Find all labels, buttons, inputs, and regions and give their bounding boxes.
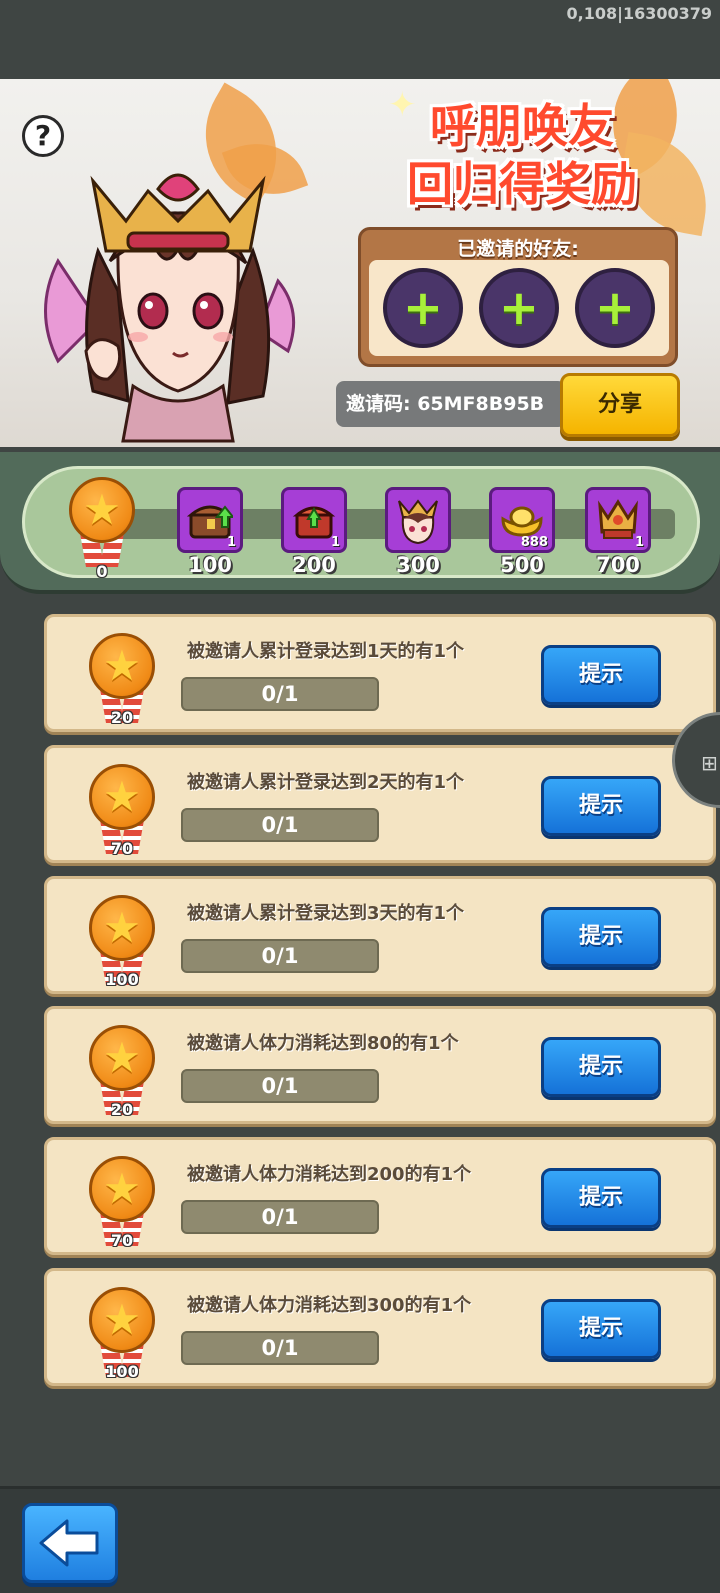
back-arrow-icon: [39, 1519, 99, 1567]
invite-slot-1[interactable]: +: [383, 268, 463, 348]
hint-button[interactable]: 提示: [541, 776, 661, 836]
reward-medal-icon: ★ 100: [87, 895, 157, 989]
milestone-points-label: 200: [292, 553, 336, 577]
task-row: ★ 100 被邀请人累计登录达到3天的有1个 0/1 提示: [44, 876, 716, 994]
reward-medal-icon: ★ 20: [87, 1025, 157, 1119]
milestone-points-label: 300: [396, 553, 440, 577]
hint-button[interactable]: 提示: [541, 1299, 661, 1359]
milestone-reward-300[interactable]: [385, 487, 451, 553]
milestone-reward-200[interactable]: 1: [281, 487, 347, 553]
reward-medal-icon: ★ 20: [87, 633, 157, 727]
task-reward-points: 20: [110, 708, 134, 727]
plus-icon: +: [402, 280, 444, 336]
task-description: 被邀请人体力消耗达到300的有1个: [187, 1295, 472, 1316]
banner-title-line1: 呼朋唤友: [430, 99, 614, 153]
star-icon: ★: [83, 485, 121, 534]
task-row: ★ 20 被邀请人累计登录达到1天的有1个 0/1 提示: [44, 614, 716, 732]
task-row: ★ 70 被邀请人累计登录达到2天的有1个 0/1 提示: [44, 745, 716, 863]
reward-progress-track: ★ 0 1 1 888 1 100 200 300 500 700: [22, 466, 700, 581]
task-progress: 0/1: [181, 939, 379, 973]
task-progress: 0/1: [181, 1069, 379, 1103]
milestone-points-label: 500: [500, 553, 544, 577]
task-reward-points: 20: [110, 1100, 134, 1119]
task-reward-points: 70: [110, 1231, 134, 1250]
task-row: ★ 100 被邀请人体力消耗达到300的有1个 0/1 提示: [44, 1268, 716, 1386]
star-icon: ★: [103, 641, 141, 690]
plus-icon: +: [498, 280, 540, 336]
milestone-count: 1: [330, 535, 340, 550]
invited-friends-slots: + + +: [369, 260, 669, 356]
task-description: 被邀请人累计登录达到3天的有1个: [187, 903, 465, 924]
task-reward-points: 70: [110, 839, 134, 858]
invited-friends-label: 已邀请的好友:: [457, 238, 579, 260]
milestone-reward-100[interactable]: 1: [177, 487, 243, 553]
plus-icon: +: [594, 280, 636, 336]
hero-portrait-icon: [398, 499, 438, 545]
back-button[interactable]: [22, 1503, 118, 1583]
share-button[interactable]: 分享: [560, 373, 680, 437]
task-reward-points: 100: [105, 1362, 139, 1381]
invited-friends-panel: 已邀请的好友: + + +: [358, 227, 678, 367]
milestone-reward-700[interactable]: 1: [585, 487, 651, 553]
invite-banner: ? ✦ 呼朋唤友 回归得奖励 已邀请的好友: + + + 邀请码: 65MF8B…: [0, 79, 720, 447]
milestone-count: 1: [634, 535, 644, 550]
star-icon: ★: [103, 1033, 141, 1082]
task-description: 被邀请人体力消耗达到80的有1个: [187, 1033, 459, 1054]
hero-character-portrait: [44, 173, 296, 443]
task-progress: 0/1: [181, 1331, 379, 1365]
hint-button[interactable]: 提示: [541, 907, 661, 967]
invite-slot-3[interactable]: +: [575, 268, 655, 348]
grid-icon: ⊞: [701, 751, 718, 775]
bottom-bar: [0, 1486, 720, 1593]
invite-slot-2[interactable]: +: [479, 268, 559, 348]
milestone-reward-500[interactable]: 888: [489, 487, 555, 553]
points-medal-icon: ★ 0: [67, 477, 137, 581]
task-description: 被邀请人累计登录达到2天的有1个: [187, 772, 465, 793]
invite-code-display: 邀请码: 65MF8B95B: [336, 381, 566, 427]
banner-title: 呼朋唤友 回归得奖励: [372, 97, 672, 213]
task-description: 被邀请人体力消耗达到200的有1个: [187, 1164, 472, 1185]
reward-progress-panel: ★ 0 1 1 888 1 100 200 300 500 700: [0, 452, 720, 594]
milestone-points-label: 100: [188, 553, 232, 577]
reward-medal-icon: ★ 100: [87, 1287, 157, 1381]
task-row: ★ 20 被邀请人体力消耗达到80的有1个 0/1 提示: [44, 1006, 716, 1124]
task-progress: 0/1: [181, 808, 379, 842]
star-icon: ★: [103, 903, 141, 952]
hint-button[interactable]: 提示: [541, 645, 661, 705]
task-progress: 0/1: [181, 1200, 379, 1234]
task-description: 被邀请人累计登录达到1天的有1个: [187, 641, 465, 662]
status-overlay-text: 0,108|16300379: [566, 4, 712, 23]
reward-medal-icon: ★ 70: [87, 764, 157, 858]
banner-title-line2: 回归得奖励: [407, 157, 637, 211]
star-icon: ★: [103, 772, 141, 821]
hint-button[interactable]: 提示: [541, 1037, 661, 1097]
milestone-points-label: 700: [596, 553, 640, 577]
reward-medal-icon: ★ 70: [87, 1156, 157, 1250]
task-progress: 0/1: [181, 677, 379, 711]
milestone-count: 888: [520, 535, 548, 550]
milestone-count: 1: [226, 535, 236, 550]
hint-button[interactable]: 提示: [541, 1168, 661, 1228]
task-reward-points: 100: [105, 970, 139, 989]
star-icon: ★: [103, 1295, 141, 1344]
star-icon: ★: [103, 1164, 141, 1213]
current-points: 0: [96, 562, 108, 581]
task-row: ★ 70 被邀请人体力消耗达到200的有1个 0/1 提示: [44, 1137, 716, 1255]
